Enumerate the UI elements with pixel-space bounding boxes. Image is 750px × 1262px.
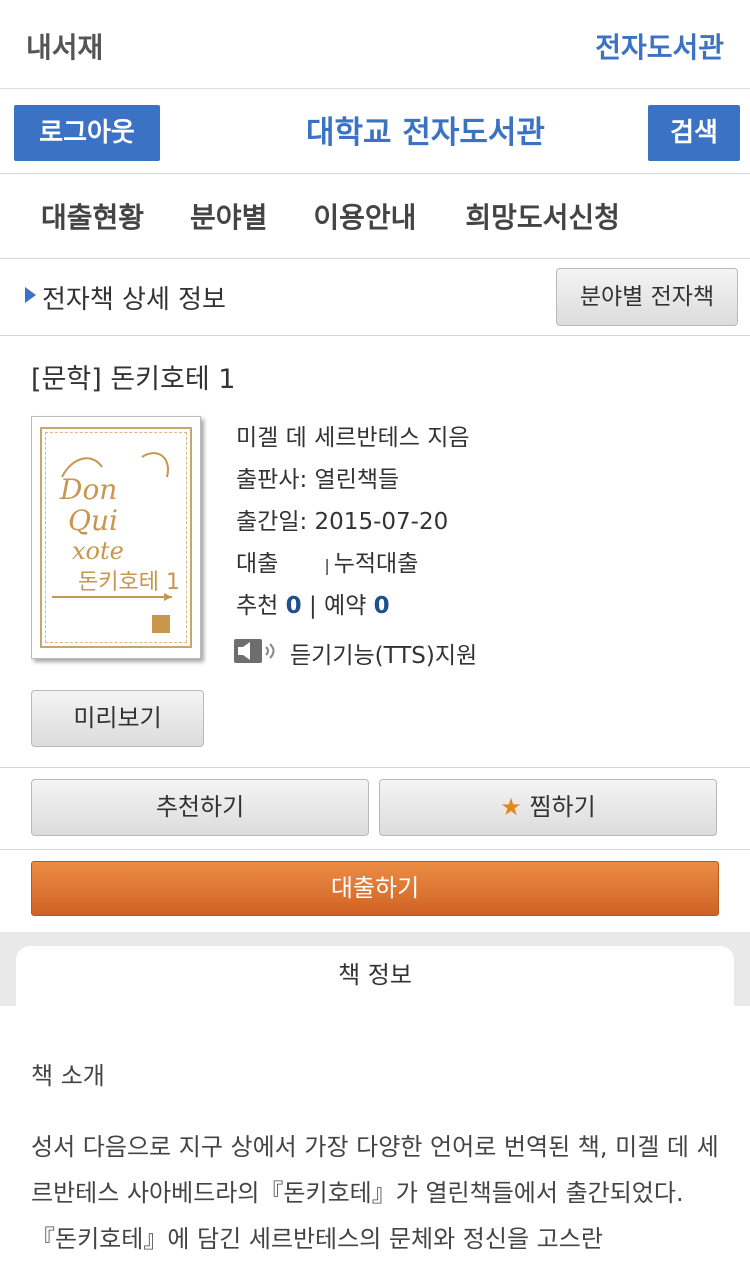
recommend-label: 추천 [236, 593, 279, 619]
wish-button[interactable]: ★ 찜하기 [379, 779, 717, 836]
recommend-count: 0 [285, 593, 302, 619]
header: 로그아웃 대학교 전자도서관 검색 [0, 89, 750, 174]
tts-support-label: 듣기기능(TTS)지원 [290, 643, 478, 669]
top-bar: 내서재 전자도서관 [0, 0, 750, 89]
loan-separator: | [324, 556, 330, 575]
recommend-button[interactable]: 추천하기 [31, 779, 369, 836]
speaker-icon [234, 639, 262, 663]
intro-text: 성서 다음으로 지구 상에서 가장 다양한 언어로 번역된 책, 미겔 데 세르… [31, 1133, 719, 1253]
cumulative-loan-label: 누적대출 [333, 551, 419, 577]
category-ebooks-button[interactable]: 분야별 전자책 [556, 268, 738, 326]
section-bar: 전자책 상세 정보 분야별 전자책 [0, 259, 750, 336]
loan-label: 대출 [236, 551, 279, 577]
divider [0, 767, 750, 768]
nav-item-guide[interactable]: 이용안내 [313, 196, 416, 236]
e-library-link[interactable]: 전자도서관 [595, 26, 724, 66]
book-author: 미겔 데 세르반테스 지음 [236, 425, 470, 451]
sound-wave-icon [265, 643, 275, 659]
loan-stats: 대출 | 누적대출 [236, 544, 418, 578]
cover-title-line2: Qui [68, 504, 118, 537]
book-pub-date: 출간일: 2015-07-20 [236, 509, 449, 535]
book-title: [문학] 돈키호테 1 [31, 364, 236, 395]
reserve-count: 0 [373, 593, 390, 619]
intro-heading: 책 소개 [31, 1062, 105, 1090]
search-button[interactable]: 검색 [648, 105, 740, 161]
book-cover-image: Don Qui xote 돈키호테 1 [31, 416, 201, 659]
cover-title-line3: xote [72, 537, 124, 565]
loan-button[interactable]: 대출하기 [31, 861, 719, 916]
book-publisher: 출판사: 열린책들 [236, 467, 400, 493]
library-title[interactable]: 대학교 전자도서관 [306, 107, 545, 152]
cover-title-korean: 돈키호테 1 [78, 570, 180, 595]
reserve-label: 예약 [324, 593, 367, 619]
my-library-link[interactable]: 내서재 [26, 26, 103, 66]
nav-item-category[interactable]: 분야별 [190, 196, 267, 236]
logout-button[interactable]: 로그아웃 [14, 105, 160, 161]
tab-book-info[interactable]: 책 정보 [16, 946, 734, 1006]
cover-title-line1: Don [59, 473, 117, 506]
nav-item-loan-status[interactable]: 대출현황 [41, 196, 144, 236]
nav-item-request[interactable]: 희망도서신청 [465, 196, 620, 236]
stats-separator: | [308, 593, 317, 619]
wish-button-label: 찜하기 [529, 793, 596, 821]
section-title: 전자책 상세 정보 [42, 285, 226, 315]
main-nav: 대출현황 분야별 이용안내 희망도서신청 [0, 174, 750, 259]
recommend-reserve-stats: 추천 0 | 예약 0 [236, 586, 390, 620]
preview-button[interactable]: 미리보기 [31, 690, 204, 747]
triangle-right-icon [25, 287, 36, 303]
star-icon: ★ [500, 793, 522, 821]
divider [0, 849, 750, 850]
